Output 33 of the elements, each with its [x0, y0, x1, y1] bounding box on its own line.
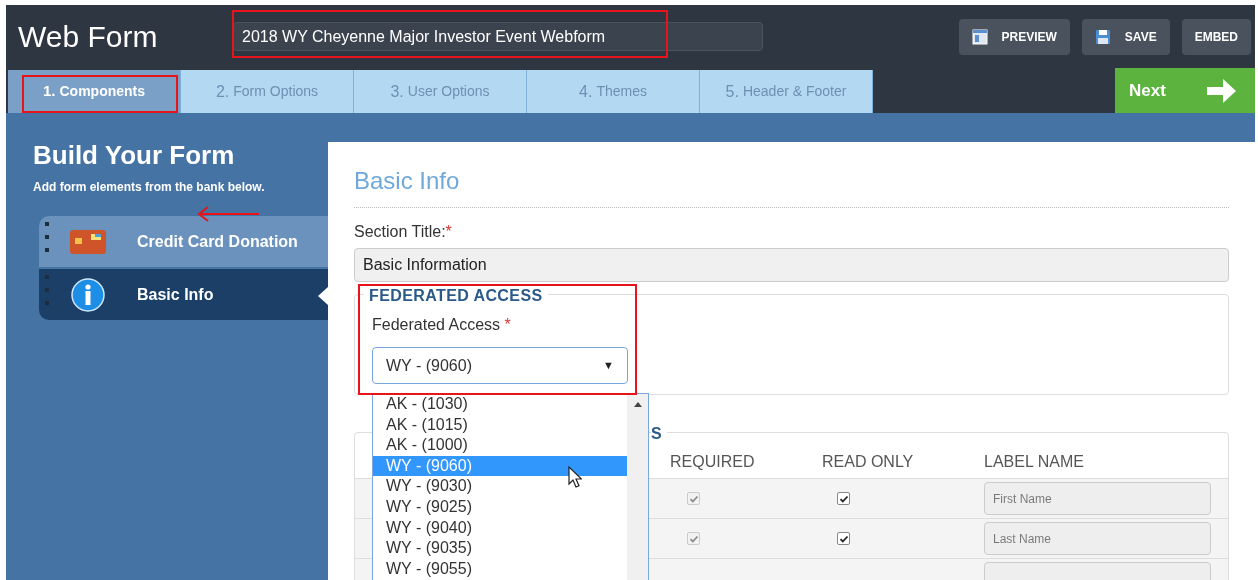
column-header: REQUIRED	[670, 452, 756, 472]
section-title-label: Section Title:*	[354, 222, 453, 242]
federated-access-dropdown[interactable]: WY - (9060) ▼	[372, 347, 628, 384]
section-title-field[interactable]: Basic Information	[354, 248, 1229, 282]
section-heading: Basic Info	[354, 167, 1229, 208]
preview-button[interactable]: PREVIEW	[958, 18, 1070, 55]
window-icon	[971, 28, 988, 45]
app-title: Web Form	[18, 19, 159, 55]
annotation-arrow	[196, 205, 260, 223]
dropdown-option[interactable]: WY - (9025)	[373, 496, 627, 518]
checkbox[interactable]	[837, 532, 850, 545]
sidebar-title: Build Your Form	[33, 142, 236, 168]
mouse-pointer-icon	[568, 466, 582, 488]
embed-button[interactable]: EMBED	[1181, 18, 1251, 55]
dropdown-option[interactable]: WY - (9035)	[373, 538, 627, 559]
sidebar-subtitle: Add form elements from the bank below.	[33, 179, 266, 196]
federated-access-label: Federated Access *	[372, 315, 512, 335]
column-header: LABEL NAME	[984, 452, 1084, 472]
form-name-field[interactable]: 2018 WY Cheyenne Major Investor Event Webform	[233, 22, 763, 51]
dropdown-option[interactable]: AK - (1000)	[373, 435, 627, 456]
column-header: READ ONLY	[822, 452, 915, 472]
dropdown-option[interactable]: WY - (9030)	[373, 476, 627, 497]
scrollbar[interactable]	[627, 394, 648, 580]
scroll-up-icon[interactable]	[633, 402, 642, 407]
caret-icon: ▼	[603, 357, 614, 374]
credit-card-icon	[69, 227, 107, 256]
dropdown-option[interactable]: AK - (1030)	[373, 394, 627, 415]
sidebar-item[interactable]: Basic Info	[39, 269, 328, 320]
dropdown-option[interactable]: AK - (1015)	[373, 414, 627, 436]
info-icon	[71, 277, 105, 312]
save-button[interactable]: SAVE	[1081, 18, 1170, 55]
dropdown-option[interactable]: WY - (9040)	[373, 517, 627, 539]
checkbox[interactable]	[837, 492, 850, 505]
